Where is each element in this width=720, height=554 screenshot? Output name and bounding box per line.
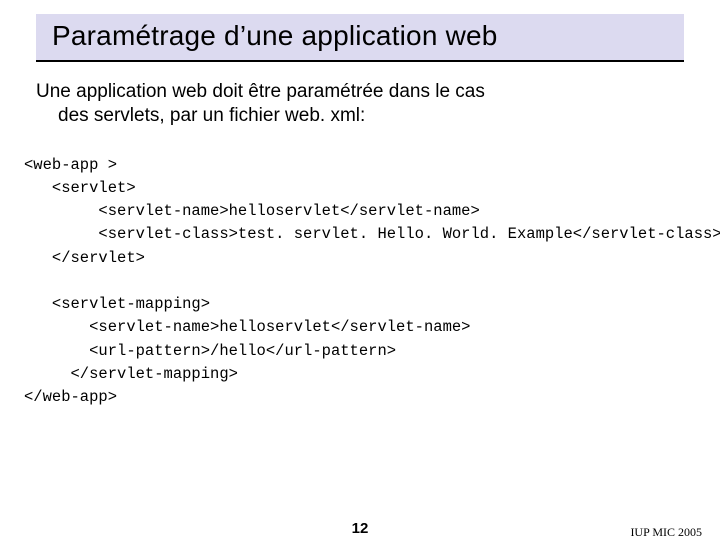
footer: 12 IUP MIC 2005 (0, 520, 720, 540)
body-line-1: Une application web doit être paramétrée… (36, 81, 485, 102)
slide: Paramétrage d’une application web Une ap… (0, 14, 720, 554)
slide-title: Paramétrage d’une application web (52, 20, 674, 52)
body-text: Une application web doit être paramétrée… (36, 80, 684, 128)
page-number: 12 (352, 520, 369, 537)
footer-credit: IUP MIC 2005 (630, 525, 702, 540)
code-block: <web-app > <servlet> <servlet-name>hello… (24, 154, 696, 410)
title-band: Paramétrage d’une application web (36, 14, 684, 62)
body-line-2: des servlets, par un fichier web. xml: (36, 104, 684, 128)
